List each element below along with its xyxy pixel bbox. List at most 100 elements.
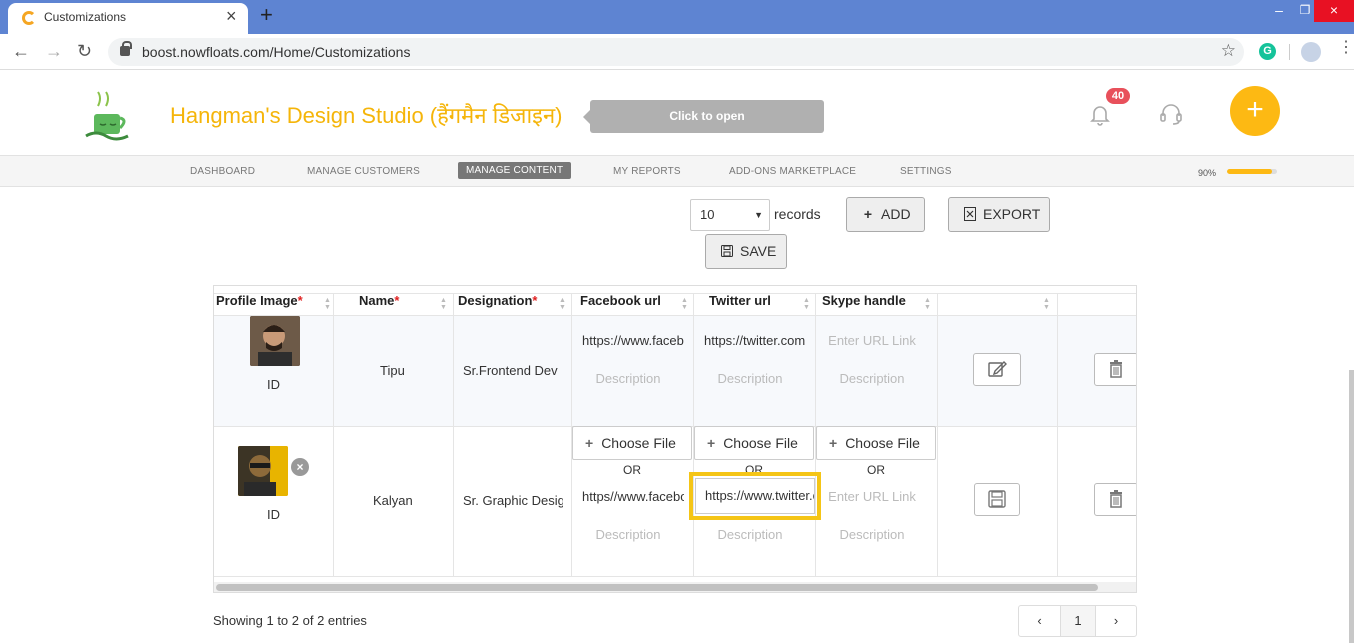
row2-facebook-description[interactable]: Description (572, 520, 684, 550)
next-page-button[interactable]: › (1096, 606, 1136, 636)
sort-icon[interactable]: ▲ ▼ (559, 297, 567, 311)
row2-name[interactable]: Kalyan (373, 493, 413, 508)
row2-skype-description[interactable]: Description (816, 520, 928, 550)
forward-icon[interactable]: → (45, 40, 63, 62)
browser-tab-bar: Customizations × + – ❐ × (0, 0, 1354, 34)
chevron-down-icon: ▼ (754, 210, 763, 220)
sort-icon[interactable]: ▲ ▼ (1043, 297, 1051, 311)
minimize-icon[interactable]: – (1266, 0, 1292, 22)
plus-icon: + (707, 435, 716, 451)
row2-skype-input[interactable]: Enter URL Link (816, 482, 928, 512)
save-button[interactable]: SAVE (705, 234, 787, 269)
header-twitter-url[interactable]: Twitter url (709, 293, 771, 323)
sort-icon[interactable]: ▲ ▼ (924, 297, 932, 311)
floppy-disk-icon (988, 490, 1006, 508)
row1-skype-input[interactable]: Enter URL Link (816, 326, 928, 356)
table-horizontal-scrollbar[interactable] (214, 582, 1136, 592)
grammarly-extension-icon[interactable]: G (1259, 43, 1276, 60)
sort-icon[interactable]: ▲ ▼ (803, 297, 811, 311)
browser-tab[interactable]: Customizations × (8, 3, 248, 34)
add-button[interactable]: + ADD (846, 197, 925, 232)
profile-completion-bar (1227, 169, 1277, 174)
row1-twitter-description[interactable]: Description (694, 364, 806, 394)
records-label: records (774, 206, 821, 222)
support-headset-icon[interactable] (1158, 101, 1184, 127)
create-new-button[interactable]: + (1230, 86, 1280, 136)
export-button-label: EXPORT (983, 206, 1041, 222)
or-separator: OR (867, 463, 885, 477)
row1-facebook-input[interactable]: https://www.facebook.com (572, 326, 684, 356)
focused-field-highlight: https://www.twitter.com (689, 472, 821, 520)
nav-my-reports[interactable]: MY REPORTS (613, 166, 681, 177)
header-name[interactable]: Name* (359, 293, 399, 323)
window-close-icon[interactable]: × (1314, 0, 1354, 22)
records-per-page-select[interactable]: 10 ▼ (690, 199, 770, 231)
sort-icon[interactable]: ▲ ▼ (440, 297, 448, 311)
notification-bell-icon[interactable] (1088, 102, 1112, 126)
row2-facebook-input[interactable]: https//www.facebook.com (572, 482, 684, 512)
nav-addons-marketplace[interactable]: ADD-ONS MARKETPLACE (729, 166, 856, 177)
previous-page-button[interactable]: ‹ (1019, 606, 1061, 636)
row2-skype-choose-file-button[interactable]: + Choose File (816, 426, 936, 460)
plus-icon: + (585, 435, 594, 451)
reload-icon[interactable]: ↻ (77, 40, 92, 62)
close-tab-icon[interactable]: × (226, 7, 237, 25)
address-bar: ← → ↻ boost.nowfloats.com/Home/Customiza… (0, 34, 1354, 70)
nav-manage-content[interactable]: MANAGE CONTENT (458, 162, 572, 179)
row2-delete-button[interactable] (1094, 483, 1136, 516)
new-tab-icon[interactable]: + (260, 4, 273, 26)
entries-summary: Showing 1 to 2 of 2 entries (213, 613, 367, 628)
browser-menu-icon[interactable]: ⋮ (1338, 40, 1354, 56)
brand-title[interactable]: Hangman's Design Studio (हैंगमैन डिजाइन) (170, 100, 563, 130)
trash-icon (1110, 360, 1122, 378)
url-field[interactable]: boost.nowfloats.com/Home/Customizations … (108, 38, 1244, 66)
row1-skype-description[interactable]: Description (816, 364, 928, 394)
export-button[interactable]: EXPORT (948, 197, 1050, 232)
main-nav: DASHBOARD MANAGE CUSTOMERS MANAGE CONTEN… (0, 155, 1354, 187)
add-button-label: ADD (881, 206, 911, 222)
or-separator: OR (623, 463, 641, 477)
row2-twitter-description[interactable]: Description (694, 520, 806, 550)
row2-save-button[interactable] (974, 483, 1020, 516)
row1-designation[interactable]: Sr.Frontend Dev (463, 363, 563, 378)
profile-image-tipu[interactable] (250, 316, 300, 366)
header-skype-handle[interactable]: Skype handle (822, 293, 906, 323)
lock-icon (120, 41, 132, 56)
sort-icon[interactable]: ▲ ▼ (681, 297, 689, 311)
save-button-label: SAVE (740, 243, 777, 259)
page-scrollbar[interactable] (1349, 370, 1354, 643)
row1-facebook-description[interactable]: Description (572, 364, 684, 394)
floppy-disk-icon (720, 235, 734, 268)
nav-settings[interactable]: SETTINGS (900, 166, 952, 177)
row2-twitter-input[interactable]: https://www.twitter.com (695, 478, 815, 514)
plus-icon: + (829, 435, 838, 451)
page-1-button[interactable]: 1 (1061, 606, 1096, 636)
brand-logo[interactable] (72, 84, 140, 142)
nav-manage-customers[interactable]: MANAGE CUSTOMERS (307, 166, 420, 177)
back-icon[interactable]: ← (12, 40, 30, 62)
row1-edit-button[interactable] (973, 353, 1021, 386)
site-favicon-icon (22, 11, 36, 25)
sort-icon[interactable]: ▲ ▼ (324, 297, 332, 311)
profile-avatar-icon[interactable] (1301, 42, 1321, 62)
bookmark-star-icon[interactable]: ☆ (1221, 41, 1236, 61)
row1-twitter-input[interactable]: https://twitter.com (694, 326, 806, 356)
profile-image-kalyan[interactable] (238, 446, 288, 496)
row2-designation[interactable]: Sr. Graphic Designer (463, 493, 563, 508)
scrollbar-thumb[interactable] (216, 584, 1098, 591)
trash-icon (1110, 490, 1122, 508)
header-designation[interactable]: Designation* (458, 293, 537, 323)
toolbar-separator (1289, 44, 1290, 60)
url-text: boost.nowfloats.com/Home/Customizations (142, 44, 411, 60)
row1-name[interactable]: Tipu (380, 363, 405, 378)
records-per-page-value: 10 (700, 207, 715, 222)
profile-completion-label: 90% (1198, 168, 1217, 178)
nav-dashboard[interactable]: DASHBOARD (190, 166, 255, 177)
team-members-table: Profile Image* ▲ ▼ Name* ▲ ▼ Designation* … (213, 285, 1137, 593)
row2-twitter-choose-file-button[interactable]: + Choose File (694, 426, 814, 460)
header-facebook-url[interactable]: Facebook url (580, 293, 661, 323)
row2-id-label: ID (267, 507, 280, 522)
remove-image-icon[interactable]: × (291, 458, 309, 476)
row1-delete-button[interactable] (1094, 353, 1136, 386)
row2-facebook-choose-file-button[interactable]: + Choose File (572, 426, 692, 460)
